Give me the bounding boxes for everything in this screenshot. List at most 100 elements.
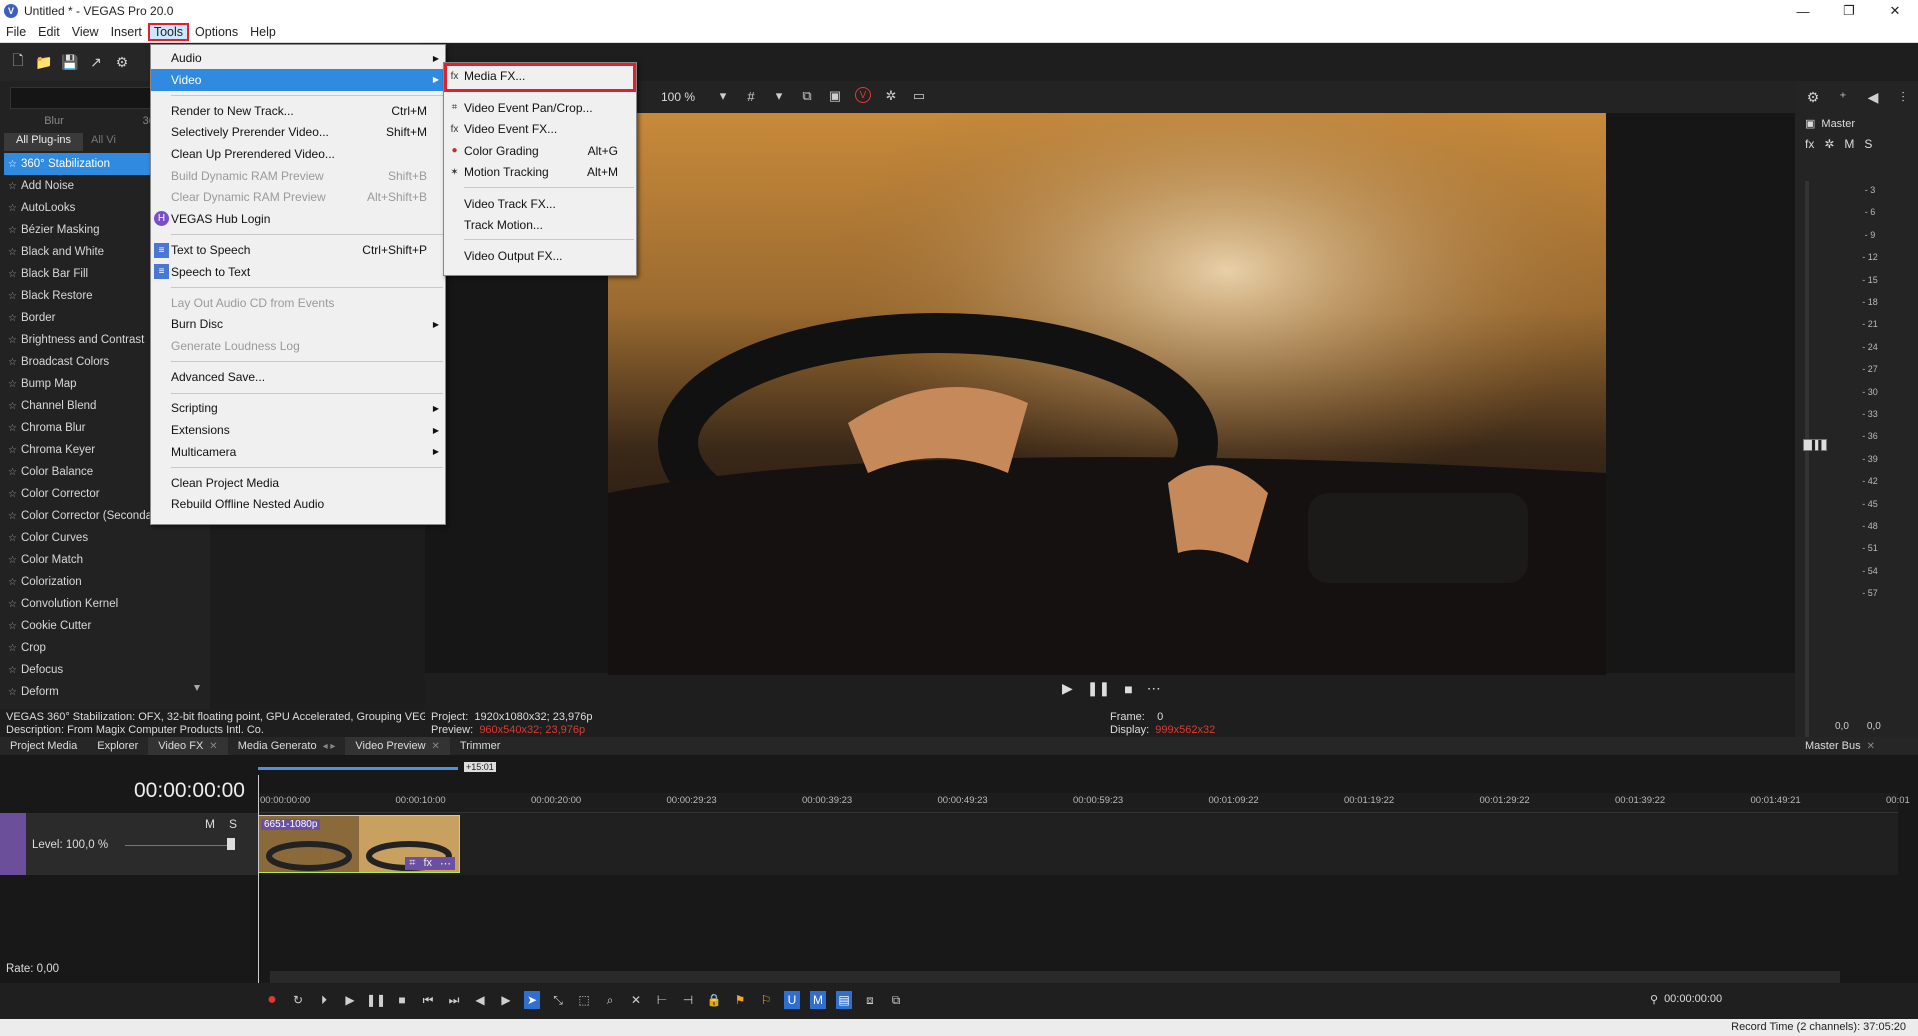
video-menu-item-video-event-fx[interactable]: fx Video Event FX... bbox=[444, 118, 636, 140]
track-number[interactable] bbox=[0, 813, 26, 875]
tab-close-icon[interactable]: ✕ bbox=[432, 741, 440, 752]
zoom-tool-icon[interactable]: ⌕ bbox=[602, 991, 618, 1009]
video-menu-item-color-grading[interactable]: ● Color Grading Alt+G bbox=[444, 140, 636, 162]
tools-menu-item-extensions[interactable]: Extensions ▶ bbox=[151, 419, 445, 441]
tab-explorer[interactable]: Explorer bbox=[87, 737, 148, 755]
video-menu-item-video-output-fx[interactable]: Video Output FX... bbox=[444, 245, 636, 267]
speaker-icon[interactable]: ◀ bbox=[1865, 89, 1881, 105]
star-icon[interactable]: ☆ bbox=[8, 203, 17, 214]
menu-tools[interactable]: Tools bbox=[147, 23, 190, 41]
plugin-item[interactable]: ☆ Brightness and Contrast bbox=[4, 329, 150, 351]
star-icon[interactable]: ☆ bbox=[8, 159, 17, 170]
go-to-end-icon[interactable]: ⏭ bbox=[446, 991, 462, 1009]
go-to-start-icon[interactable]: ⏮ bbox=[420, 991, 436, 1009]
tab-video-preview[interactable]: Video Preview ✕ bbox=[345, 737, 450, 755]
menu-view[interactable]: View bbox=[66, 23, 105, 41]
crossfade-icon[interactable]: ⧉ bbox=[888, 991, 904, 1009]
tools-menu-item-selectively-prerender-video[interactable]: Selectively Prerender Video... Shift+M bbox=[151, 121, 445, 143]
timeline-ruler[interactable]: 00:00:00:00 00:00:10:00 00:00:20:00 00:00:2… bbox=[258, 793, 1910, 813]
plugin-item[interactable]: ☆ Chroma Keyer bbox=[4, 439, 150, 461]
pause-icon[interactable]: ❚❚ bbox=[1087, 680, 1110, 697]
plugin-item[interactable]: ☆ Bump Map bbox=[4, 373, 150, 395]
menu-file[interactable]: File bbox=[0, 23, 32, 41]
plugin-item[interactable]: ☆ Color Match bbox=[4, 549, 150, 571]
plugin-item[interactable]: ☆ Convolution Kernel bbox=[4, 593, 150, 615]
trim-icon[interactable]: ⊢ bbox=[654, 991, 670, 1009]
master-gear-icon[interactable]: ✲ bbox=[1824, 137, 1834, 151]
tools-menu-item-render-to-new-track[interactable]: Render to New Track... Ctrl+M bbox=[151, 100, 445, 122]
video-menu-item-track-motion[interactable]: Track Motion... bbox=[444, 214, 636, 236]
star-icon[interactable]: ☆ bbox=[8, 335, 17, 346]
tools-menu-item-advanced-save[interactable]: Advanced Save... bbox=[151, 366, 445, 388]
plugin-item[interactable]: ☆ Color Curves bbox=[4, 527, 150, 549]
tab-video-fx[interactable]: Video FX ✕ bbox=[148, 737, 228, 755]
star-icon[interactable]: ☆ bbox=[8, 269, 17, 280]
tools-menu-item-clean-up-prerendered-video[interactable]: Clean Up Prerendered Video... bbox=[151, 143, 445, 165]
maximize-button[interactable]: ❐ bbox=[1826, 0, 1872, 22]
star-icon[interactable]: ☆ bbox=[8, 379, 17, 390]
plugin-item[interactable]: ☆ Deform bbox=[4, 681, 150, 703]
master-fx-button[interactable]: fx bbox=[1805, 137, 1814, 151]
auto-ripple-icon[interactable]: M bbox=[810, 991, 826, 1009]
grid-icon[interactable]: # bbox=[743, 87, 759, 105]
star-icon[interactable]: ☆ bbox=[8, 423, 17, 434]
stop-icon[interactable]: ■ bbox=[394, 991, 410, 1009]
star-icon[interactable]: ☆ bbox=[8, 665, 17, 676]
tab-close-icon[interactable]: ✕ bbox=[1867, 741, 1875, 752]
video-menu-item-video-track-fx[interactable]: Video Track FX... bbox=[444, 193, 636, 215]
tools-menu-item-burn-disc[interactable]: Burn Disc ▶ bbox=[151, 313, 445, 335]
envelope-tool-icon[interactable]: ⤡ bbox=[550, 991, 566, 1009]
track-level-slider[interactable] bbox=[125, 845, 235, 846]
plugin-item[interactable]: ☆ Black Bar Fill bbox=[4, 263, 150, 285]
mixer-icon[interactable]: ⫶ bbox=[1895, 89, 1911, 105]
new-file-icon[interactable]: 🗋 bbox=[10, 52, 26, 70]
open-folder-icon[interactable]: 📁 bbox=[35, 54, 52, 70]
star-icon[interactable]: ☆ bbox=[8, 445, 17, 456]
star-icon[interactable]: ☆ bbox=[8, 357, 17, 368]
pause-icon[interactable]: ❚❚ bbox=[366, 991, 386, 1009]
filter-all-plugins[interactable]: All Plug-ins bbox=[4, 133, 84, 151]
tools-menu-item-vegas-hub-login[interactable]: H VEGAS Hub Login bbox=[151, 208, 445, 230]
tools-menu-item-text-to-speech[interactable]: ≡ Text to Speech Ctrl+Shift+P bbox=[151, 239, 445, 261]
plugin-item[interactable]: ☆ Cookie Cutter bbox=[4, 615, 150, 637]
master-solo-button[interactable]: S bbox=[1864, 137, 1872, 151]
plugin-item[interactable]: ☆ Chroma Blur bbox=[4, 417, 150, 439]
track-solo-button[interactable]: S bbox=[229, 817, 237, 831]
plugin-item[interactable]: ☆ Broadcast Colors bbox=[4, 351, 150, 373]
plugin-item[interactable]: ☆ Border bbox=[4, 307, 150, 329]
tools-menu-item-clean-project-media[interactable]: Clean Project Media bbox=[151, 472, 445, 494]
record-icon[interactable]: ● bbox=[264, 991, 280, 1009]
prev-frame-icon[interactable]: ◀ bbox=[472, 991, 488, 1009]
delete-icon[interactable]: ✕ bbox=[628, 991, 644, 1009]
filter-all-video[interactable]: All Vi bbox=[83, 133, 124, 151]
tab-media-generators[interactable]: Media Generato ◂ ▸ bbox=[228, 737, 346, 755]
menu-edit[interactable]: Edit bbox=[32, 23, 66, 41]
plugin-item[interactable]: ☆ Crop bbox=[4, 637, 150, 659]
plugin-item[interactable]: ☆Color Corrector (Secondary) bbox=[4, 505, 150, 527]
play-from-start-icon[interactable]: ⏵ bbox=[316, 991, 332, 1009]
more-icon[interactable]: ⋯ bbox=[1147, 680, 1161, 697]
tools-menu-item-audio[interactable]: Audio ▶ bbox=[151, 47, 445, 69]
copy-snapshot-icon[interactable]: ⧉ bbox=[799, 87, 815, 105]
plugin-item[interactable]: ☆ 360° Stabilization bbox=[4, 153, 150, 175]
star-icon[interactable]: ☆ bbox=[8, 621, 17, 632]
video-clip[interactable]: 6651-1080p ⌗ fx ⋯ bbox=[258, 815, 460, 873]
star-icon[interactable]: ☆ bbox=[8, 313, 17, 324]
star-icon[interactable]: ☆ bbox=[8, 577, 17, 588]
video-track-lane[interactable]: 6651-1080p ⌗ fx ⋯ bbox=[258, 813, 1898, 875]
menu-options[interactable]: Options bbox=[189, 23, 244, 41]
master-checkbox-icon[interactable]: ▣ bbox=[1805, 117, 1815, 130]
star-icon[interactable]: ☆ bbox=[8, 533, 17, 544]
star-icon[interactable]: ☆ bbox=[8, 401, 17, 412]
star-icon[interactable]: ☆ bbox=[8, 291, 17, 302]
star-icon[interactable]: ☆ bbox=[8, 599, 17, 610]
star-icon[interactable]: ☆ bbox=[8, 687, 17, 698]
plugin-item[interactable]: ☆ Colorization bbox=[4, 571, 150, 593]
menu-help[interactable]: Help bbox=[244, 23, 282, 41]
tab-project-media[interactable]: Project Media bbox=[0, 737, 87, 755]
playhead[interactable] bbox=[258, 775, 259, 987]
save-snapshot-icon[interactable]: ▣ bbox=[827, 87, 843, 105]
star-icon[interactable]: ☆ bbox=[8, 225, 17, 236]
tab-scroll-icon[interactable]: ◂ ▸ bbox=[323, 741, 336, 752]
lock-icon[interactable]: 🔒 bbox=[706, 991, 722, 1009]
